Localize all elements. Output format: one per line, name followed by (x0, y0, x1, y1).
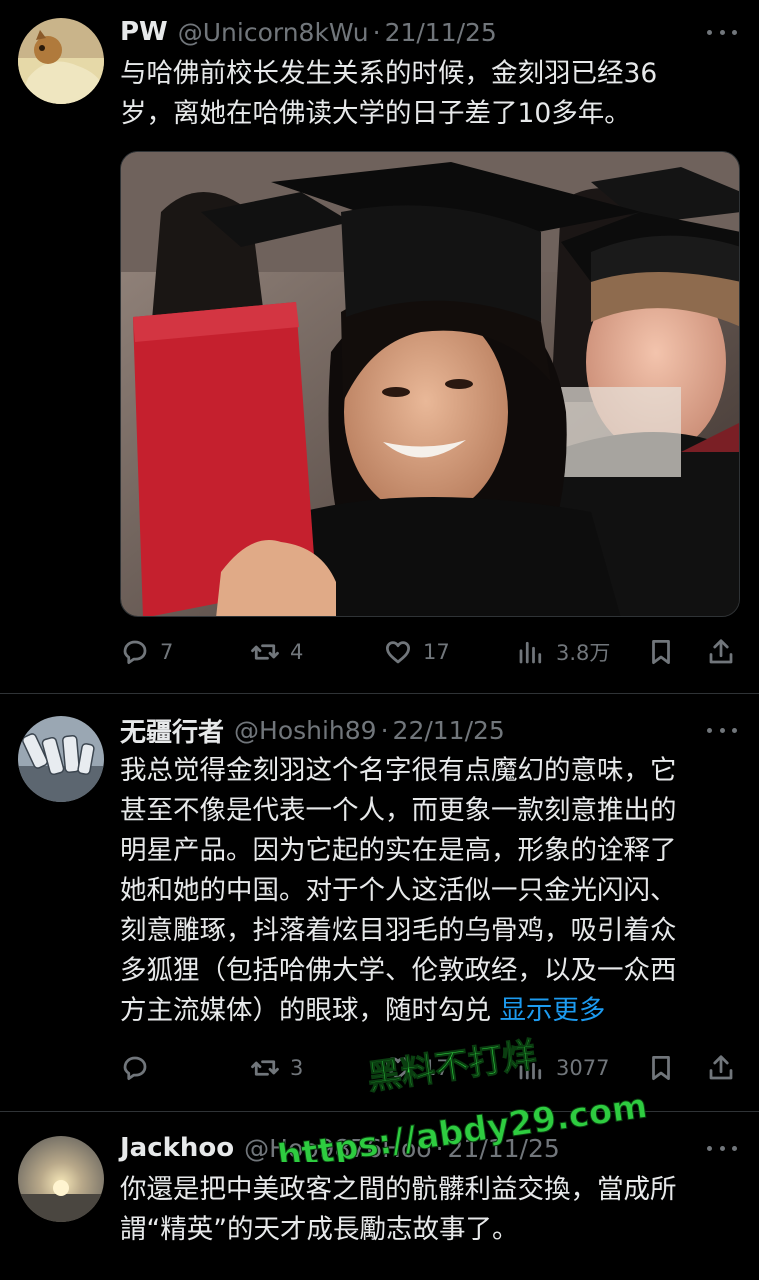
reply-count: 7 (160, 640, 174, 664)
share-button[interactable] (706, 632, 736, 672)
views-button[interactable]: 3.8万 (516, 632, 610, 672)
timestamp[interactable]: 21/11/25 (448, 1134, 560, 1163)
share-button[interactable] (706, 1048, 736, 1088)
separator: · (380, 715, 389, 745)
reply-button[interactable]: 7 (120, 632, 173, 672)
tweet-text: 我总觉得金刻羽这个名字很有点魔幻的意味，它 甚至不像是代表一个人，而更象一款刻意… (120, 751, 740, 1031)
retweet-count: 4 (290, 640, 304, 664)
tweet-header: Jackhoo @Hoo9876Hoo · 21/11/25 (120, 1130, 560, 1166)
bookmark-icon (652, 1056, 670, 1080)
views-count: 3077 (556, 1056, 610, 1080)
views-icon (519, 1057, 542, 1080)
tweet-text: 与哈佛前校长发生关系的时候，金刻羽已经36 岁，离她在哈佛读大学的日子差了10多… (120, 54, 740, 134)
reply-icon (123, 1056, 147, 1080)
like-icon (386, 1057, 410, 1080)
retweet-button[interactable]: 4 (250, 632, 303, 672)
text-line: 你還是把中美政客之間的骯髒利益交換，當成所 (120, 1174, 677, 1205)
more-icon[interactable] (707, 14, 737, 50)
display-name[interactable]: Jackhoo (120, 1133, 234, 1163)
handle[interactable]: @Hoo9876Hoo (244, 1134, 431, 1163)
timestamp[interactable]: 21/11/25 (385, 18, 497, 47)
text-line: 謂“精英”的天才成長勵志故事了。 (120, 1214, 519, 1245)
text-line: 甚至不像是代表一个人，而更象一款刻意推出的 (120, 795, 677, 826)
more-icon[interactable] (707, 1130, 737, 1166)
views-icon (519, 641, 542, 664)
text-line: 与哈佛前校长发生关系的时候，金刻羽已经36 (120, 58, 658, 89)
like-button[interactable]: 17 (383, 632, 450, 672)
text-line: 岁，离她在哈佛读大学的日子差了10多年。 (120, 98, 631, 129)
avatar[interactable] (18, 1136, 104, 1222)
avatar[interactable] (18, 18, 104, 104)
reply-icon (123, 640, 147, 664)
show-more-link[interactable]: 显示更多 (499, 995, 605, 1026)
tweet-3[interactable]: Jackhoo @Hoo9876Hoo · 21/11/25 你還是把中美政客之… (0, 1112, 759, 1280)
avatar[interactable] (18, 716, 104, 802)
like-count: 17 (423, 640, 450, 664)
like-button[interactable]: 17 (383, 1048, 450, 1088)
text-line: 她和她的中国。对于个人这活似一只金光闪闪、 (120, 875, 677, 906)
views-button[interactable]: 3077 (516, 1048, 609, 1088)
retweet-count: 3 (290, 1056, 304, 1080)
text-line: 方主流媒体）的眼球，随时勾兑 (120, 995, 491, 1026)
like-icon (386, 641, 410, 664)
bookmark-button[interactable] (646, 1048, 676, 1088)
like-count: 17 (423, 1056, 450, 1080)
action-bar: 3 17 3077 (120, 1048, 740, 1088)
display-name[interactable]: PW (120, 17, 168, 47)
handle[interactable]: @Unicorn8kWu (178, 18, 369, 47)
text-line: 我总觉得金刻羽这个名字很有点魔幻的意味，它 (120, 755, 677, 786)
bookmark-icon (652, 640, 670, 664)
separator: · (372, 17, 381, 47)
bookmark-button[interactable] (646, 632, 676, 672)
handle[interactable]: @Hoshih89 (234, 716, 377, 745)
share-icon (709, 1055, 733, 1080)
tweet-header: PW @Unicorn8kWu · 21/11/25 (120, 14, 497, 50)
separator: · (435, 1133, 444, 1163)
tweet-2[interactable]: 无疆行者 @Hoshih89 · 22/11/25 我总觉得金刻羽这个名字很有点… (0, 694, 759, 1112)
tweet-photo[interactable] (120, 151, 740, 617)
timestamp[interactable]: 22/11/25 (393, 716, 505, 745)
retweet-icon (251, 644, 279, 660)
tweet-1[interactable]: PW @Unicorn8kWu · 21/11/25 与哈佛前校长发生关系的时候… (0, 0, 759, 694)
share-icon (709, 639, 733, 664)
views-count: 3.8万 (556, 641, 611, 665)
retweet-icon (251, 1060, 279, 1076)
action-bar: 7 4 17 3.8万 (120, 632, 740, 672)
text-line: 多狐狸（包括哈佛大学、伦敦政经，以及一众西 (120, 955, 677, 986)
display-name[interactable]: 无疆行者 (120, 712, 224, 749)
text-line-last: 方主流媒体）的眼球，随时勾兑 显示更多 (120, 991, 740, 1031)
reply-button[interactable] (120, 1048, 160, 1088)
tweet-header: 无疆行者 @Hoshih89 · 22/11/25 (120, 712, 505, 748)
text-line: 刻意雕琢，抖落着炫目羽毛的乌骨鸡，吸引着众 (120, 915, 677, 946)
tweet-text: 你還是把中美政客之間的骯髒利益交換，當成所 謂“精英”的天才成長勵志故事了。 (120, 1170, 740, 1250)
text-line: 明星产品。因为它起的实在是高，形象的诠释了 (120, 835, 677, 866)
retweet-button[interactable]: 3 (250, 1048, 303, 1088)
more-icon[interactable] (707, 712, 737, 748)
